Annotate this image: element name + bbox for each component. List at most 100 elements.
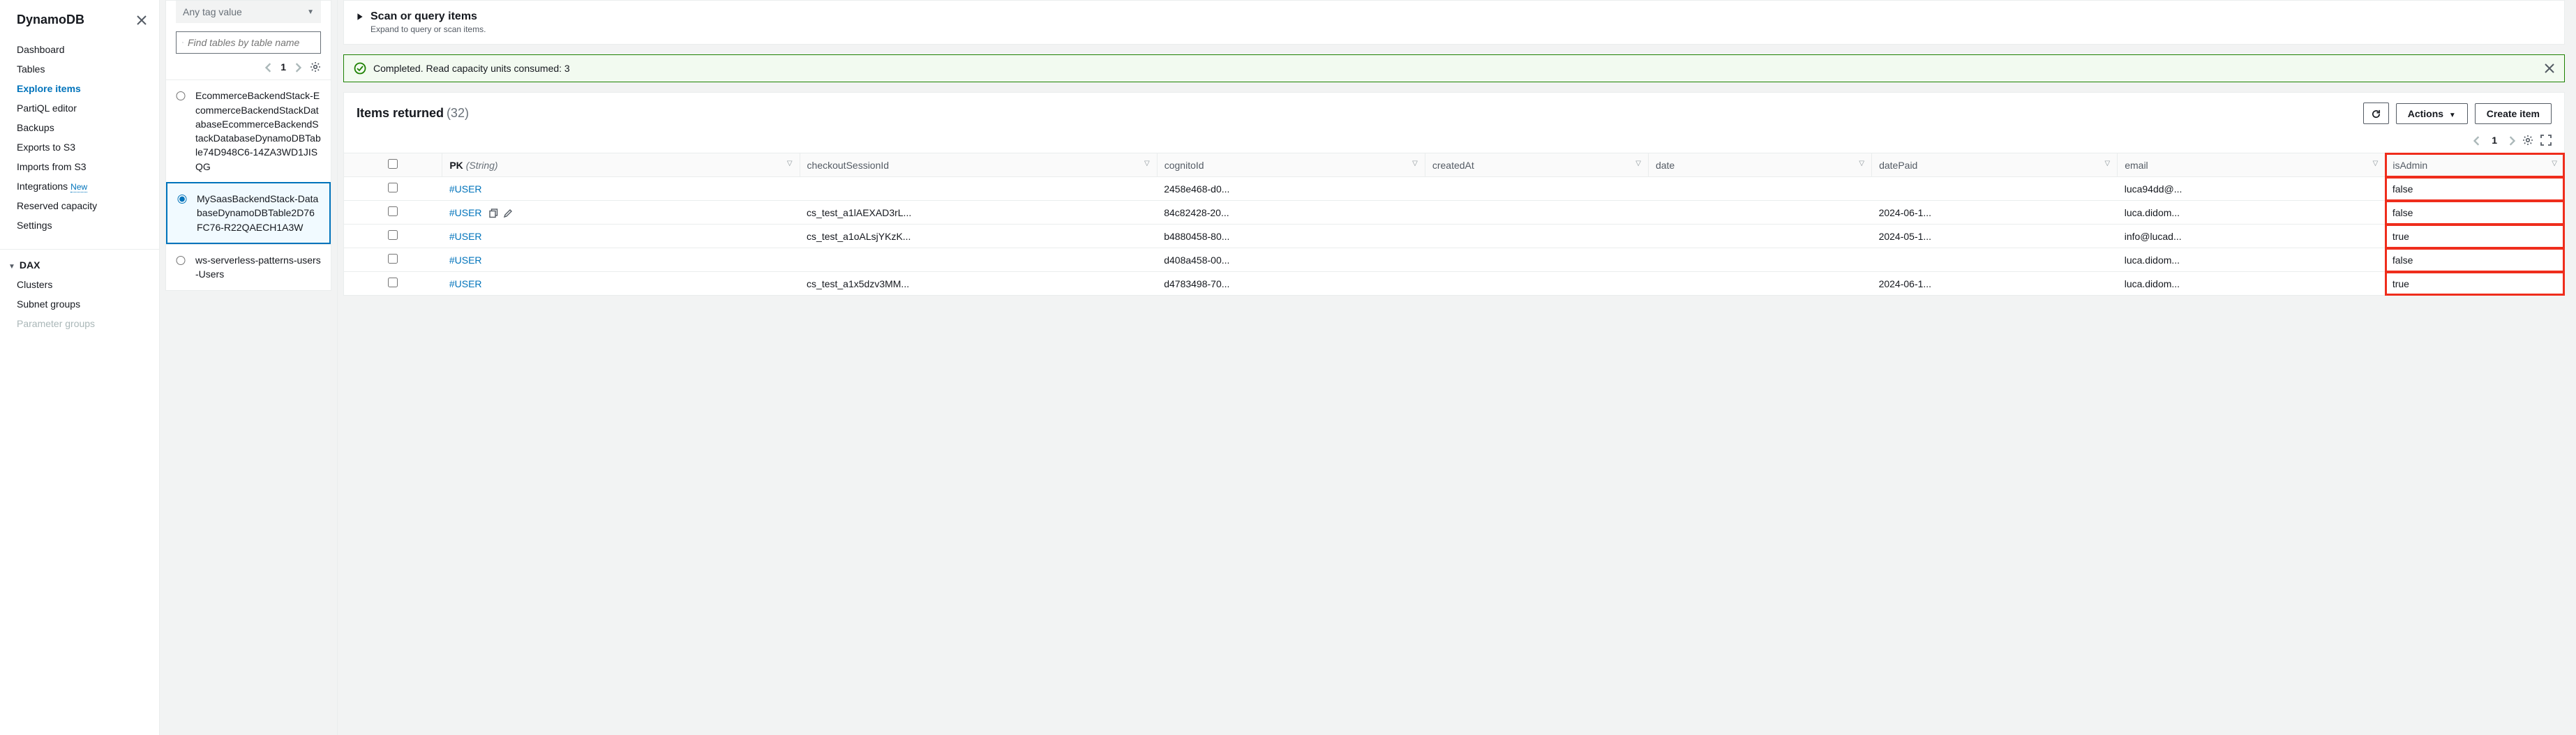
cell xyxy=(1425,201,1648,225)
col-cognitoId[interactable]: cognitoId▽ xyxy=(1157,153,1425,177)
col-date[interactable]: date▽ xyxy=(1648,153,1871,177)
cell: 84c82428-20... xyxy=(1157,201,1425,225)
chevron-down-icon: ▼ xyxy=(8,263,15,271)
cell: true xyxy=(2386,225,2564,248)
table-radio[interactable] xyxy=(176,256,186,265)
sort-icon[interactable]: ▽ xyxy=(787,160,793,167)
prev-page-icon[interactable] xyxy=(2473,135,2480,146)
cell: luca.didom... xyxy=(2118,272,2386,296)
col-createdAt[interactable]: createdAt▽ xyxy=(1425,153,1648,177)
row-checkbox[interactable] xyxy=(388,206,398,216)
sort-icon[interactable]: ▽ xyxy=(1412,160,1418,167)
table-row[interactable]: #USER cs_test_a1x5dzv3MM...d4783498-70...… xyxy=(344,272,2564,296)
table-row[interactable]: #USERcs_test_a1lAEXAD3rL...84c82428-20..… xyxy=(344,201,2564,225)
table-row[interactable]: #USER2458e468-d0...luca94dd@...false xyxy=(344,177,2564,201)
dax-section-header[interactable]: ▼DAX xyxy=(0,259,159,275)
scan-query-panel[interactable]: Scan or query items Expand to query or s… xyxy=(343,0,2565,45)
edit-icon[interactable] xyxy=(503,207,513,218)
copy-icon[interactable] xyxy=(489,207,499,218)
sort-icon[interactable]: ▽ xyxy=(2552,160,2557,167)
page-number: 1 xyxy=(2487,135,2501,146)
table-row[interactable]: #USERd408a458-00...luca.didom...false xyxy=(344,248,2564,272)
refresh-icon xyxy=(2371,109,2381,119)
cell xyxy=(800,177,1157,201)
sidebar: DynamoDB Dashboard Tables Explore items … xyxy=(0,0,160,735)
next-page-icon[interactable] xyxy=(2508,135,2515,146)
nav-settings[interactable]: Settings xyxy=(17,215,159,235)
table-radio[interactable] xyxy=(176,91,186,100)
row-checkbox[interactable] xyxy=(388,278,398,287)
cell xyxy=(1425,177,1648,201)
pk-link[interactable]: #USER xyxy=(449,278,482,289)
tag-filter-dropdown[interactable]: Any tag value ▼ xyxy=(176,1,321,23)
select-all-checkbox[interactable] xyxy=(388,159,398,169)
row-checkbox[interactable] xyxy=(388,230,398,240)
cell xyxy=(1425,225,1648,248)
nav-dax-clusters[interactable]: Clusters xyxy=(17,275,159,294)
cell: 2024-05-1... xyxy=(1872,225,2118,248)
close-icon[interactable] xyxy=(2545,62,2554,75)
prev-page-icon[interactable] xyxy=(265,61,272,73)
nav-integrations[interactable]: IntegrationsNew xyxy=(17,176,159,196)
scan-title: Scan or query items xyxy=(370,10,477,23)
check-circle-icon xyxy=(354,62,366,75)
nav-reserved[interactable]: Reserved capacity xyxy=(17,196,159,215)
sort-icon[interactable]: ▽ xyxy=(2373,160,2379,167)
pk-link[interactable]: #USER xyxy=(449,255,482,266)
nav-imports[interactable]: Imports from S3 xyxy=(17,157,159,176)
actions-button[interactable]: Actions ▼ xyxy=(2396,103,2468,124)
row-checkbox[interactable] xyxy=(388,183,398,192)
row-checkbox[interactable] xyxy=(388,254,398,264)
table-search[interactable] xyxy=(176,31,321,54)
nav-explore-items[interactable]: Explore items xyxy=(17,79,159,98)
table-search-input[interactable] xyxy=(188,37,315,48)
scan-subtitle: Expand to query or scan items. xyxy=(357,23,2552,34)
fullscreen-icon[interactable] xyxy=(2540,134,2552,146)
col-pk[interactable]: PK (String) ▽ xyxy=(442,153,800,177)
cell: true xyxy=(2386,272,2564,296)
nav-partiql[interactable]: PartiQL editor xyxy=(17,98,159,118)
table-row[interactable]: ws-serverless-patterns-users-Users xyxy=(166,244,331,290)
table-row[interactable]: MySaasBackendStack-DatabaseDynamoDBTable… xyxy=(166,182,331,244)
nav-dashboard[interactable]: Dashboard xyxy=(17,40,159,59)
cell xyxy=(1648,177,1871,201)
col-email[interactable]: email▽ xyxy=(2118,153,2386,177)
refresh-button[interactable] xyxy=(2363,103,2389,124)
close-icon[interactable] xyxy=(137,13,147,27)
cell: luca.didom... xyxy=(2118,201,2386,225)
create-item-button[interactable]: Create item xyxy=(2475,103,2552,124)
sort-icon[interactable]: ▽ xyxy=(1635,160,1641,167)
page-number: 1 xyxy=(280,61,286,73)
chevron-down-icon: ▼ xyxy=(307,8,314,16)
cell: d408a458-00... xyxy=(1157,248,1425,272)
nav-dax-subnet[interactable]: Subnet groups xyxy=(17,294,159,314)
table-radio[interactable] xyxy=(177,195,187,204)
cell xyxy=(1425,272,1648,296)
col-datePaid[interactable]: datePaid▽ xyxy=(1872,153,2118,177)
cell: cs_test_a1x5dzv3MM... xyxy=(800,272,1157,296)
pk-link[interactable]: #USER xyxy=(449,207,482,218)
items-title: Items returned xyxy=(357,106,444,120)
col-isAdmin[interactable]: isAdmin▽ xyxy=(2386,153,2564,177)
sort-icon[interactable]: ▽ xyxy=(1144,160,1150,167)
nav-backups[interactable]: Backups xyxy=(17,118,159,137)
alert-text: Completed. Read capacity units consumed:… xyxy=(373,63,570,74)
sort-icon[interactable]: ▽ xyxy=(1859,160,1864,167)
col-checkoutSessionId[interactable]: checkoutSessionId▽ xyxy=(800,153,1157,177)
nav-exports[interactable]: Exports to S3 xyxy=(17,137,159,157)
cell: d4783498-70... xyxy=(1157,272,1425,296)
pk-link[interactable]: #USER xyxy=(449,231,482,242)
pk-link[interactable]: #USER xyxy=(449,183,482,195)
table-row[interactable]: #USERcs_test_a1oALsjYKzK...b4880458-80..… xyxy=(344,225,2564,248)
cell: 2458e468-d0... xyxy=(1157,177,1425,201)
next-page-icon[interactable] xyxy=(294,61,301,73)
gear-icon[interactable] xyxy=(2522,134,2533,146)
caret-right-icon xyxy=(357,10,364,23)
gear-icon[interactable] xyxy=(310,61,321,73)
sort-icon[interactable]: ▽ xyxy=(2105,160,2111,167)
table-row[interactable]: EcommerceBackendStack-EcommerceBackendSt… xyxy=(166,79,331,182)
cell: false xyxy=(2386,248,2564,272)
chevron-down-icon: ▼ xyxy=(2449,112,2456,119)
nav-tables[interactable]: Tables xyxy=(17,59,159,79)
nav-dax-param[interactable]: Parameter groups xyxy=(17,314,159,333)
